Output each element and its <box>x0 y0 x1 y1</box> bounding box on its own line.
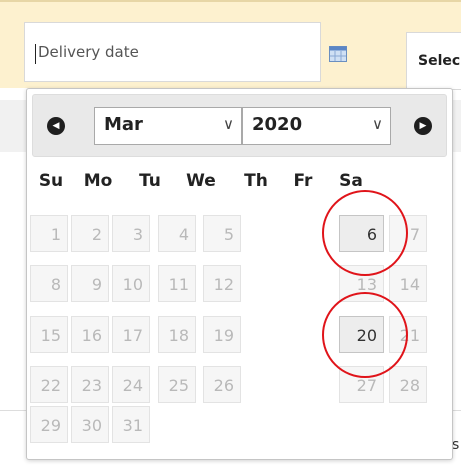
datepicker-popup: ◀ Mar ∨ 2020 ∨ ▶ Su Mo Tu We Th Fr Sa 1 … <box>26 88 453 460</box>
form-bar: Selec <box>0 0 461 90</box>
chevron-down-icon: ∨ <box>372 115 383 133</box>
next-month-icon[interactable]: ▶ <box>414 117 432 135</box>
year-select-value: 2020 <box>252 114 303 135</box>
year-select[interactable]: 2020 ∨ <box>242 107 391 145</box>
calendar-day: 22 <box>30 366 68 403</box>
delivery-date-input[interactable] <box>24 22 321 82</box>
month-select-value: Mar <box>104 114 143 135</box>
calendar-day: 19 <box>203 316 241 353</box>
calendar-day: 29 <box>30 406 68 443</box>
calendar-day: 24 <box>112 366 150 403</box>
calendar-day: 12 <box>203 265 241 302</box>
calendar-day: 14 <box>389 265 427 302</box>
weekday-header: Mo <box>83 171 113 191</box>
calendar-day: 18 <box>158 316 196 353</box>
weekday-header: Th <box>244 171 268 191</box>
calendar-day: 21 <box>389 316 427 353</box>
calendar-day: 27 <box>339 366 384 403</box>
calendar-day: 23 <box>71 366 109 403</box>
calendar-day-available[interactable]: 20 <box>339 316 384 353</box>
calendar-day: 9 <box>71 265 109 302</box>
calendar-day: 30 <box>71 406 109 443</box>
calendar-day: 8 <box>30 265 68 302</box>
weekday-header: Tu <box>139 171 161 191</box>
calendar-day: 2 <box>71 215 109 252</box>
weekday-header: Su <box>38 171 64 191</box>
calendar-day: 5 <box>203 215 241 252</box>
calendar-day: 4 <box>158 215 196 252</box>
calendar-day: 26 <box>203 366 241 403</box>
weekday-header: Sa <box>339 171 363 191</box>
chevron-down-icon: ∨ <box>223 115 234 133</box>
calendar-day: 16 <box>71 316 109 353</box>
calendar-day: 3 <box>112 215 150 252</box>
datepicker-header: ◀ Mar ∨ 2020 ∨ ▶ <box>32 94 447 157</box>
prev-month-icon[interactable]: ◀ <box>47 117 65 135</box>
delivery-option-select[interactable]: Selec <box>406 32 461 90</box>
calendar-day-available[interactable]: 6 <box>339 215 384 252</box>
text-cursor <box>35 44 36 64</box>
calendar-day: 11 <box>158 265 196 302</box>
background-text: s <box>452 437 460 453</box>
weekday-header: We <box>186 171 216 191</box>
calendar-day: 31 <box>112 406 150 443</box>
calendar-day: 10 <box>112 265 150 302</box>
calendar-day: 28 <box>389 366 427 403</box>
calendar-day: 15 <box>30 316 68 353</box>
calendar-day: 7 <box>389 215 427 252</box>
weekday-header: Fr <box>293 171 313 191</box>
month-select[interactable]: Mar ∨ <box>94 107 242 145</box>
calendar-day: 25 <box>158 366 196 403</box>
calendar-day: 13 <box>339 265 384 302</box>
calendar-day: 1 <box>30 215 68 252</box>
calendar-icon[interactable] <box>329 46 347 62</box>
calendar-day: 17 <box>112 316 150 353</box>
